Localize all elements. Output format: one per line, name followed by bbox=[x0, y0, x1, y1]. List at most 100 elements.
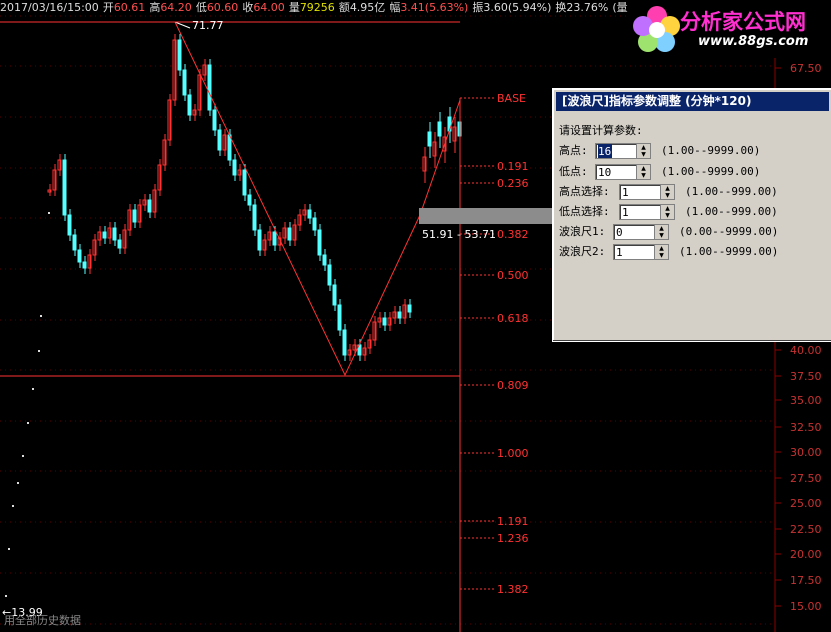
high-select-stepper[interactable]: ▲▼ bbox=[619, 184, 676, 200]
open-label: 开 bbox=[102, 1, 114, 14]
amp-value: 3.60(5.94%) bbox=[483, 1, 552, 14]
high-point-input[interactable] bbox=[598, 144, 612, 158]
wave-lines bbox=[0, 21, 461, 632]
candle-body bbox=[77, 249, 82, 263]
data-dot bbox=[38, 350, 40, 352]
candle-body bbox=[232, 159, 237, 176]
data-dot bbox=[48, 212, 50, 214]
candle-body bbox=[307, 209, 312, 219]
candle-body bbox=[217, 129, 222, 151]
price-axis-label: 15.00 bbox=[790, 600, 822, 613]
spin-up-icon[interactable]: ▲ bbox=[655, 225, 668, 232]
wave-line bbox=[174, 21, 461, 377]
spin-down-icon[interactable]: ▼ bbox=[661, 192, 674, 199]
price-axis-label: 37.50 bbox=[790, 370, 822, 383]
low-select-stepper[interactable]: ▲▼ bbox=[619, 204, 676, 220]
candle-body bbox=[272, 231, 277, 246]
high-select-spin-buttons[interactable]: ▲ ▼ bbox=[660, 185, 674, 199]
candle-body bbox=[147, 199, 152, 213]
candle-body bbox=[242, 169, 247, 196]
peak-annotation: 71.77 bbox=[192, 19, 224, 32]
data-dot bbox=[17, 482, 19, 484]
candle-body bbox=[322, 254, 327, 266]
dialog-title[interactable]: [波浪尺]指标参数调整 (分钟*120) bbox=[556, 92, 829, 111]
wave2-stepper[interactable]: ▲▼ bbox=[613, 244, 670, 260]
range-annotation: 51.91 - 53.71 bbox=[422, 228, 496, 241]
amount-label: 额 bbox=[338, 1, 350, 14]
param-range-low-select: (1.00--999.00) bbox=[685, 205, 778, 218]
candle-body bbox=[252, 204, 257, 231]
price-axis-label: 32.50 bbox=[790, 421, 822, 434]
flower-icon bbox=[633, 6, 680, 52]
candle-body bbox=[407, 304, 412, 313]
spin-down-icon[interactable]: ▼ bbox=[637, 172, 650, 179]
spin-up-icon[interactable]: ▲ bbox=[661, 185, 674, 192]
candle-body bbox=[212, 109, 217, 131]
wave2-spin-buttons[interactable]: ▲ ▼ bbox=[654, 245, 668, 259]
high-point-stepper[interactable]: ▲▼ bbox=[595, 143, 651, 159]
data-dot bbox=[22, 455, 24, 457]
quote-header: 2017/03/16/15:00 开60.61 高64.20 低60.60 收64.00… bbox=[0, 0, 643, 16]
wave1-stepper[interactable]: ▲▼ bbox=[613, 224, 670, 240]
param-label-high: 高点: bbox=[559, 144, 588, 157]
candle-body bbox=[207, 64, 212, 111]
dialog-prompt: 请设置计算参数: bbox=[559, 124, 643, 137]
history-data-text: 用全部历史数据 bbox=[4, 614, 81, 627]
change-value: 3.41(5.63%) bbox=[400, 1, 469, 14]
low-value: 60.60 bbox=[206, 1, 239, 14]
price-axis-label: 27.50 bbox=[790, 472, 822, 485]
high-point-spin-buttons[interactable]: ▲ ▼ bbox=[636, 144, 650, 158]
candle-body bbox=[342, 329, 347, 356]
low-point-spin-buttons[interactable]: ▲ ▼ bbox=[636, 165, 650, 179]
price-axis-label: 17.50 bbox=[790, 574, 822, 587]
price-axis-label: 25.00 bbox=[790, 497, 822, 510]
fib-label: 0.809 bbox=[497, 379, 529, 392]
param-dialog[interactable]: [波浪尺]指标参数调整 (分钟*120) 请设置计算参数: 高点: ▲▼ (1.… bbox=[552, 88, 831, 342]
candle-body bbox=[332, 284, 337, 306]
candle-body bbox=[397, 311, 402, 319]
candle-body bbox=[317, 229, 322, 256]
low-point-stepper[interactable]: ▲▼ bbox=[595, 164, 652, 180]
open-value: 60.61 bbox=[113, 1, 146, 14]
wave1-spin-buttons[interactable]: ▲ ▼ bbox=[654, 225, 668, 239]
close-value: 64.00 bbox=[253, 1, 285, 14]
spin-down-icon[interactable]: ▼ bbox=[655, 232, 668, 239]
candle-body bbox=[247, 194, 252, 206]
vol-value: 79256 bbox=[299, 1, 335, 14]
candle-body bbox=[177, 39, 182, 71]
param-label-high-select: 高点选择: bbox=[559, 185, 610, 198]
spin-up-icon[interactable]: ▲ bbox=[661, 205, 674, 212]
param-label-low-select: 低点选择: bbox=[559, 205, 610, 218]
price-axis-label: 20.00 bbox=[790, 548, 822, 561]
logo-title: 分析家公式网 bbox=[680, 10, 806, 34]
amount-value: 4.95亿 bbox=[349, 1, 386, 14]
candles bbox=[5, 34, 462, 597]
spin-up-icon[interactable]: ▲ bbox=[655, 245, 668, 252]
candle-body bbox=[382, 317, 387, 326]
fib-label: 1.000 bbox=[497, 447, 529, 460]
candle-body bbox=[112, 227, 117, 241]
spin-down-icon[interactable]: ▼ bbox=[637, 151, 650, 158]
candle-body bbox=[327, 264, 332, 286]
candle-body bbox=[82, 261, 87, 269]
candle-body bbox=[257, 229, 262, 251]
candle-body bbox=[227, 134, 232, 161]
candle-body bbox=[312, 217, 317, 231]
candle-body bbox=[182, 69, 187, 96]
candle-body bbox=[62, 159, 67, 216]
fib-label: BASE bbox=[497, 92, 526, 105]
spin-up-icon[interactable]: ▲ bbox=[637, 144, 650, 151]
spin-down-icon[interactable]: ▼ bbox=[655, 252, 668, 259]
spin-up-icon[interactable]: ▲ bbox=[637, 165, 650, 172]
price-axis-label: 35.00 bbox=[790, 394, 822, 407]
price-axis-label: 22.50 bbox=[790, 523, 822, 536]
data-dot bbox=[8, 548, 10, 550]
low-select-spin-buttons[interactable]: ▲ ▼ bbox=[660, 205, 674, 219]
data-dot bbox=[32, 388, 34, 390]
candle-body bbox=[187, 94, 192, 116]
close-label: 收 bbox=[242, 1, 254, 14]
amp-label: 振 bbox=[472, 1, 484, 14]
fib-label: 0.500 bbox=[497, 269, 529, 282]
spin-down-icon[interactable]: ▼ bbox=[661, 212, 674, 219]
header-date: 2017/03/16/15:00 bbox=[0, 1, 99, 14]
